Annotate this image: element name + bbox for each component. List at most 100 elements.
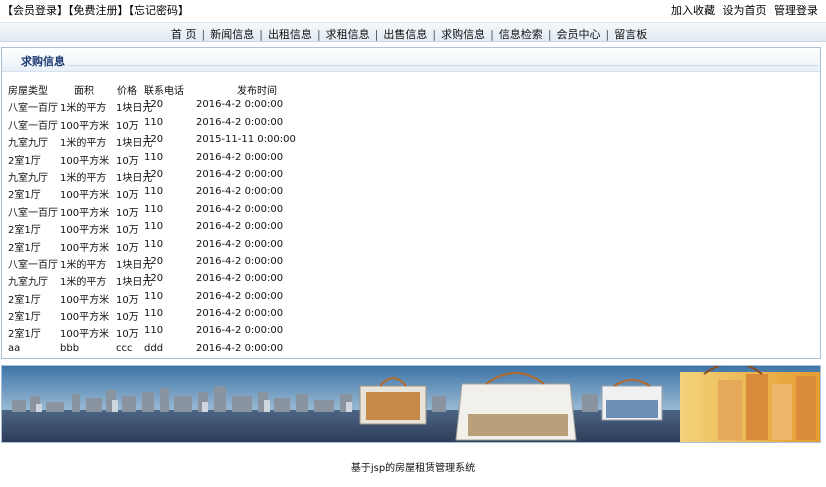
cell-area: 1米的平方 [60,172,107,184]
header-publish-time: 发布时间 [237,86,277,97]
cell-phone: 110 [144,116,164,128]
nav-separator: | [547,28,552,41]
cell-area: 100平方米 [60,120,110,132]
nav-member-center[interactable]: 会员中心 [553,28,605,41]
cell-publish-time: 2016-4-2 0:00:00 [196,308,284,320]
cell-house-type: 八室一百厅 [8,103,58,115]
cell-publish-time: 2016-4-2 0:00:00 [196,238,284,250]
cell-phone: 110 [144,325,164,337]
header-phone: 联系电话 [144,86,184,97]
member-login-link[interactable]: 【会员登录】 [2,4,68,17]
cell-price: ccc [116,342,133,354]
cell-area: 1米的平方 [60,277,107,289]
cell-publish-time: 2016-4-2 0:00:00 [196,273,284,285]
cell-house-type: 2室1厅 [8,242,41,254]
cell-publish-time: 2016-4-2 0:00:00 [196,116,284,128]
cell-price: 10万 [116,294,139,306]
cell-publish-time: 2016-4-2 0:00:00 [196,186,284,198]
cell-phone: ddd [144,342,164,354]
set-homepage-link[interactable]: 设为首页 [723,4,767,17]
cell-phone: 110 [144,203,164,215]
cell-area: 100平方米 [60,329,110,341]
cell-phone: 110 [144,151,164,163]
nav-search[interactable]: 信息检索 [495,28,547,41]
buy-wanted-panel: 求购信息 房屋类型 面积 价格 联系电话 发布时间 八室一百厅 1米的平方 1块日元… [1,47,821,359]
cell-phone: 110 [144,186,164,198]
cell-phone: 120 [144,134,164,146]
cell-house-type: 八室一百厅 [8,259,58,271]
nav-separator: | [490,28,494,41]
cell-price: 10万 [116,329,139,341]
main-nav: 首 页 | 新闻信息 | 出租信息 | 求租信息 | 出售信息 | 求购信息 | 信息检索 | 会员中心 | 留… [0,22,826,42]
forgot-password-link[interactable]: 【忘记密码】 [129,4,190,17]
cell-area: 100平方米 [60,242,110,254]
cell-area: 100平方米 [60,190,110,202]
cell-phone: 120 [144,273,164,285]
cell-publish-time: 2016-4-2 0:00:00 [196,151,284,163]
nav-rent-out[interactable]: 出租信息 [264,28,316,41]
cell-price: 10万 [116,225,139,237]
cell-phone: 120 [144,168,164,180]
nav-home[interactable]: 首 页 [167,28,201,41]
cell-phone: 110 [144,238,164,250]
cell-area: 1米的平方 [60,138,107,150]
header-area: 面积 [74,86,94,97]
cell-house-type: 2室1厅 [8,294,41,306]
nav-rent-wanted[interactable]: 求租信息 [322,28,374,41]
nav-news[interactable]: 新闻信息 [206,28,258,41]
cell-phone: 110 [144,308,164,320]
cell-area: 100平方米 [60,312,110,324]
top-bar: 【会员登录】【免费注册】【忘记密码】 加入收藏 设为首页 管理登录 [0,0,826,18]
shopping-bag-4 [680,366,820,442]
cell-publish-time: 2016-4-2 0:00:00 [196,168,284,180]
cell-house-type: aa [8,342,21,354]
panel-header: 求购信息 [2,48,820,72]
panel-title: 求购信息 [21,55,65,68]
header-divider [68,65,818,66]
cell-house-type: 九室九厅 [8,172,48,184]
cell-area: 1米的平方 [60,103,107,115]
cell-phone: 110 [144,290,164,302]
cell-price: 10万 [116,242,139,254]
cell-price: 10万 [116,207,139,219]
cell-publish-time: 2016-4-2 0:00:00 [196,203,284,215]
admin-login-link[interactable]: 管理登录 [774,4,818,17]
cell-publish-time: 2015-11-11 0:00:00 [196,134,296,146]
cell-phone: 110 [144,221,164,233]
cell-house-type: 2室1厅 [8,312,41,324]
cell-area: 100平方米 [60,294,110,306]
cell-price: 10万 [116,312,139,324]
city-banner-graphic [2,366,820,442]
cell-price: 10万 [116,120,139,132]
header-price: 价格 [117,86,137,97]
nav-buy-wanted[interactable]: 求购信息 [437,28,489,41]
cell-phone: 120 [144,255,164,267]
cell-house-type: 2室1厅 [8,155,41,167]
banner-image [1,365,821,443]
cell-publish-time: 2016-4-2 0:00:00 [196,290,284,302]
cell-area: 100平方米 [60,207,110,219]
cell-house-type: 八室一百厅 [8,120,58,132]
nav-guestbook[interactable]: 留言板 [610,28,651,41]
cell-publish-time: 2016-4-2 0:00:00 [196,221,284,233]
cell-house-type: 九室九厅 [8,138,48,150]
cell-area: 100平方米 [60,225,110,237]
cell-publish-time: 2016-4-2 0:00:00 [196,342,284,354]
free-register-link[interactable]: 【免费注册】 [68,4,129,17]
cell-area: bbb [60,342,80,354]
cell-area: 100平方米 [60,155,110,167]
cell-publish-time: 2016-4-2 0:00:00 [196,99,284,111]
cell-publish-time: 2016-4-2 0:00:00 [196,255,284,267]
cell-price: 10万 [116,190,139,202]
cell-house-type: 八室一百厅 [8,207,58,219]
cell-phone: 120 [144,99,164,111]
add-favorite-link[interactable]: 加入收藏 [671,4,715,17]
cell-price: 10万 [116,155,139,167]
nav-separator: | [316,28,321,41]
nav-for-sale[interactable]: 出售信息 [379,28,431,41]
footer-text: 基于jsp的房屋租赁管理系统 [350,463,476,474]
site-links: 加入收藏 设为首页 管理登录 [667,2,818,18]
cell-house-type: 2室1厅 [8,225,41,237]
shopping-bag-3 [601,379,663,421]
nav-items: 首 页 | 新闻信息 | 出租信息 | 求租信息 | 出售信息 | 求购信息 | 信息检索 | 会员中心 | 留… [167,26,651,42]
